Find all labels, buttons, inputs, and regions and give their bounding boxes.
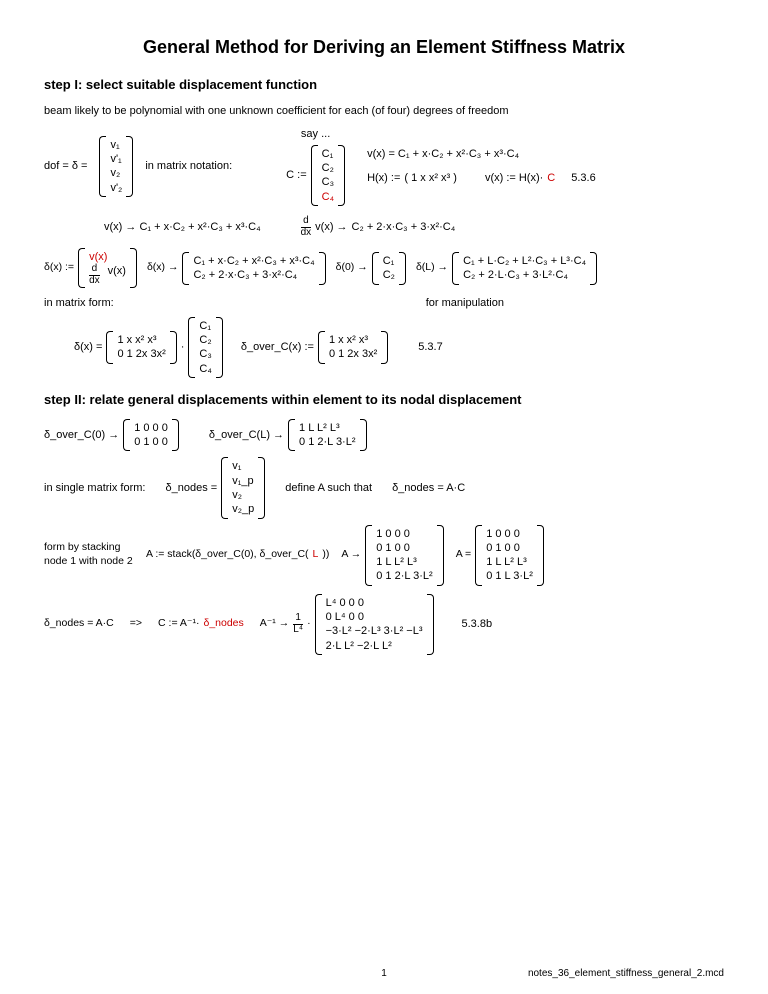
delta-def-top: v(x)	[89, 250, 107, 264]
C2: C₂	[322, 161, 334, 175]
doCL-r1: 1 L L² L³	[299, 421, 340, 435]
Ainv-mat: L⁴ 0 0 0 0 L⁴ 0 0 −3·L² −2·L³ 3·L² −L³ 2…	[315, 594, 434, 655]
A-mat: 1 0 0 0 0 1 0 0 1 L L² L³ 0 1 2·L 3·L²	[365, 525, 443, 586]
v-arrow: v(x) → C₁ + x·C₂ + x²·C₃ + x³·C₄	[104, 220, 261, 234]
dnodes-AC-2: δ_nodes = A·C	[44, 617, 114, 631]
ddx-icon: ddx	[301, 216, 312, 238]
deltaL-mat: C₁ + L·C₂ + L²·C₃ + L³·C₄ C₂ + 2·L·C₃ + …	[452, 252, 597, 285]
dof-v1: v₁	[110, 138, 119, 152]
A-def: A := stack(δ_over_C(0), δ_over_C(	[146, 548, 309, 562]
doC0-lhs: δ_over_C(0) →	[44, 428, 119, 442]
mat2x4-r1: 1 x x² x³	[117, 333, 156, 347]
stack-note: form by stacking node 1 with node 2	[44, 541, 134, 568]
implies: =>	[130, 617, 142, 631]
dnodes-eq: δ_nodes =	[165, 481, 217, 495]
delta-x-r2: C₂ + 2·x·C₃ + 3·x²·C₄	[193, 268, 297, 282]
doCL-lhs: δ_over_C(L) →	[209, 428, 284, 442]
C-label: C :=	[286, 168, 306, 182]
single-matrix: in single matrix form:	[44, 481, 145, 495]
doCL-r2: 0 1 2·L 3·L²	[299, 435, 355, 449]
vx-HC-C: C	[547, 171, 555, 185]
doC0-mat: 1 0 0 0 0 1 0 0	[123, 419, 179, 452]
delta0-r1: C₁	[383, 254, 395, 268]
ref-536: 5.3.6	[571, 171, 595, 185]
C-assign-red: δ_nodes	[203, 617, 243, 631]
dof-label: dof = δ =	[44, 159, 87, 173]
A-arrow: A →	[341, 548, 361, 562]
step2-heading: step II: relate general displacements wi…	[44, 392, 724, 409]
vx-HC: v(x) := H(x)·	[485, 171, 543, 185]
C-vector: C₁ C₂ C₃ C₄	[311, 145, 345, 206]
dof-v2: v₂	[110, 166, 120, 180]
C-assign: C := A⁻¹·	[158, 617, 199, 631]
delta-def-vec: v(x) ddxv(x)	[78, 248, 137, 288]
doCL-mat: 1 L L² L³ 0 1 2·L 3·L²	[288, 419, 366, 452]
ref-537: 5.3.7	[418, 340, 442, 354]
say-label: say ...	[301, 127, 330, 141]
ref-538b: 5.3.8b	[462, 617, 493, 631]
delta-x-r1: C₁ + x·C₂ + x²·C₃ + x³·C₄	[193, 254, 314, 268]
filename: notes_36_element_stiffness_general_2.mcd	[528, 967, 724, 980]
delta-over-C-def: δ_over_C(x) :=	[241, 340, 314, 354]
delta-x-arrow: δ(x) →	[147, 261, 179, 275]
dof-v2p: v'₂	[110, 181, 122, 195]
delta0-mat: C₁ C₂	[372, 252, 406, 285]
in-matrix-form: in matrix form:	[44, 296, 114, 310]
step1-heading: step I: select suitable displacement fun…	[44, 77, 724, 94]
doC0-r1: 1 0 0 0	[134, 421, 168, 435]
H-row: ( 1 x x² x³ )	[404, 171, 457, 185]
C1: C₁	[322, 147, 334, 161]
page-number: 1	[381, 967, 387, 980]
step1-intro: beam likely to be polynomial with one un…	[44, 104, 724, 118]
C3: C₃	[322, 175, 334, 189]
dof-v1p: v'₁	[110, 152, 121, 166]
dnodes-AC: δ_nodes = A·C	[392, 481, 465, 495]
define-A: define A such that	[285, 481, 372, 495]
mat2x4: 1 x x² x³ 0 1 2x 3x²	[106, 331, 176, 364]
page-title: General Method for Deriving an Element S…	[44, 36, 724, 59]
in-matrix-notation: in matrix notation:	[145, 159, 232, 173]
delta-x-eq: δ(x) =	[74, 340, 102, 354]
A-def-tail: ))	[322, 548, 329, 562]
H-label: H(x) :=	[367, 171, 400, 185]
deltaL-r2: C₂ + 2·L·C₃ + 3·L²·C₄	[463, 268, 568, 282]
delta0-arrow: δ(0) →	[336, 261, 368, 275]
mat2x4-r2: 0 1 2x 3x²	[117, 347, 165, 361]
dof-vector: v₁ v'₁ v₂ v'₂	[99, 136, 133, 197]
delta0-r2: C₂	[383, 268, 395, 282]
delta-x-mat: C₁ + x·C₂ + x²·C₃ + x³·C₄ C₂ + 2·x·C₃ + …	[182, 252, 325, 285]
A2-mat: 1 0 0 0 0 1 0 0 1 L L² L³ 0 1 L 3·L²	[475, 525, 544, 586]
Ainv-lhs: A⁻¹ →	[260, 617, 289, 631]
doC0-r2: 0 1 0 0	[134, 435, 168, 449]
deltaL-arrow: δ(L) →	[416, 261, 448, 275]
dv-rhs: C₂ + 2·x·C₃ + 3·x²·C₄	[352, 220, 456, 234]
A-eq: A =	[456, 548, 471, 562]
dnodes-vec: v₁ v₁_p v₂ v₂_p	[221, 457, 265, 518]
vx-poly: v(x) = C₁ + x·C₂ + x²·C₃ + x³·C₄	[367, 147, 596, 161]
deltaL-r1: C₁ + L·C₂ + L²·C₃ + L³·C₄	[463, 254, 586, 268]
C4: C₄	[322, 190, 334, 204]
A-def-L: L	[313, 548, 319, 562]
doC-mat: 1 x x² x³ 0 1 2x 3x²	[318, 331, 388, 364]
C-vector-2: C₁ C₂ C₃ C₄	[188, 317, 222, 378]
for-manipulation: for manipulation	[426, 296, 504, 310]
one-over-L4: 1L⁴	[293, 613, 303, 635]
delta-def-lhs: δ(x) :=	[44, 261, 74, 275]
